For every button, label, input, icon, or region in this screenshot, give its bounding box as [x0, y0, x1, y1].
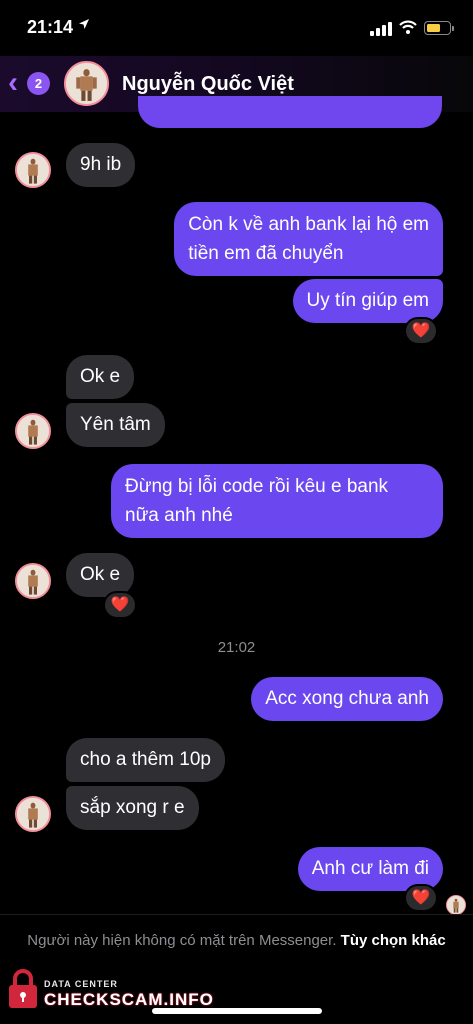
unread-badge[interactable]: 2: [27, 72, 50, 95]
status-time: 21:14: [27, 17, 74, 37]
notice-text: Người này hiện không có mặt trên Messeng…: [27, 932, 337, 949]
lock-icon: [9, 969, 37, 1008]
incoming-message[interactable]: 9h ib: [66, 143, 136, 187]
watermark-brand-text: CHECKSCAM.INFO: [44, 990, 214, 1009]
heart-reaction-icon[interactable]: ❤️: [103, 591, 137, 619]
contact-avatar[interactable]: [64, 61, 109, 106]
footer-divider: [0, 914, 473, 915]
outgoing-message[interactable]: Còn k về anh bank lại hộ em tiền em đã c…: [174, 202, 443, 276]
sender-avatar[interactable]: [15, 563, 51, 599]
wifi-icon: [399, 20, 417, 34]
message-line: nữa anh nhé: [125, 505, 233, 526]
incoming-message[interactable]: Ok e: [66, 355, 135, 399]
sender-avatar[interactable]: [15, 413, 51, 449]
watermark-small-text: DATA CENTER: [44, 979, 118, 989]
seen-receipt-avatar: [446, 895, 466, 915]
incoming-message[interactable]: cho a thêm 10p: [66, 738, 225, 782]
location-arrow-icon: [78, 18, 90, 33]
message-timestamp: 21:02: [217, 639, 256, 656]
watermark: DATA CENTER CHECKSCAM.INFO: [2, 966, 213, 1014]
outgoing-message[interactable]: Acc xong chưa anh: [251, 677, 443, 721]
status-bar: 21:14: [0, 0, 473, 56]
home-indicator[interactable]: [152, 1008, 322, 1014]
cellular-signal-icon: [370, 22, 394, 36]
heart-reaction-icon[interactable]: ❤️: [404, 884, 438, 912]
message-line: Còn k về anh bank lại hộ em: [188, 214, 429, 235]
message-line: tiền em đã chuyển: [188, 243, 344, 264]
sender-avatar[interactable]: [15, 796, 51, 832]
unavailable-notice: Người này hiện không có mặt trên Messeng…: [20, 929, 453, 953]
incoming-message[interactable]: sắp xong r e: [66, 786, 199, 830]
contact-name[interactable]: Nguyễn Quốc Việt: [122, 73, 294, 96]
sender-avatar[interactable]: [15, 152, 51, 188]
back-chevron-icon[interactable]: ‹: [8, 68, 18, 98]
partial-outgoing-bubble[interactable]: [138, 96, 442, 128]
message-line: Đừng bị lỗi code rồi kêu e bank: [125, 476, 389, 497]
battery-icon: [424, 21, 454, 35]
outgoing-message[interactable]: Đừng bị lỗi code rồi kêu e bank nữa anh …: [111, 464, 443, 538]
heart-reaction-icon[interactable]: ❤️: [404, 317, 438, 345]
incoming-message[interactable]: Yên tâm: [66, 403, 165, 447]
more-options-link[interactable]: Tùy chọn khác: [341, 932, 446, 949]
